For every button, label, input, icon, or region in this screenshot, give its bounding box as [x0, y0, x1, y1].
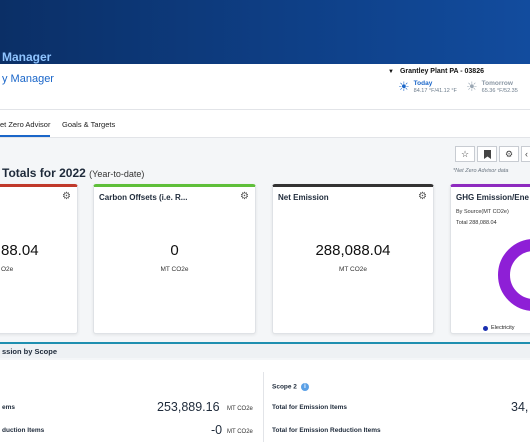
card-title: GHG Emission/Ene [456, 193, 529, 202]
card-title: Carbon Offsets (i.e. R... [99, 193, 188, 202]
tab-bar: et Zero Advisor Goals & Targets [0, 110, 530, 138]
site-selector[interactable]: ▼ Grantley Plant PA - 03826 [388, 68, 484, 75]
scope1-reduction-unit: MT CO2e [227, 429, 253, 435]
page-subtitle: y Manager [2, 73, 54, 85]
caret-down-icon: ▼ [388, 68, 394, 75]
bookmark-icon[interactable] [477, 146, 497, 162]
totals-title: Totals for 2022 (Year-to-date) [2, 166, 144, 180]
gear-icon[interactable]: ⚙ [240, 191, 249, 202]
weather-tomorrow: ☀ Tomorrow 65.36 °F/52.35 [466, 80, 518, 94]
legend-label: Electricity [491, 325, 515, 331]
weather-temp: 65.36 °F/52.35 [481, 88, 518, 94]
chart-legend: Electricity [483, 325, 515, 331]
donut-slice-electricity[interactable] [498, 239, 530, 311]
scope1-emission-unit: MT CO2e [227, 406, 253, 412]
totals-period: (Year-to-date) [89, 169, 145, 179]
gear-icon[interactable]: ⚙ [62, 191, 71, 202]
carbon-offsets-card: Carbon Offsets (i.e. R... ⚙ 0 MT CO2e [93, 184, 256, 334]
tab-goals-targets[interactable]: Goals & Targets [62, 120, 115, 129]
weather-temp: 84.17 °F/41.12 °F [413, 88, 457, 94]
scope1-emission-label: ems [2, 404, 16, 411]
divider [263, 372, 264, 442]
tab-net-zero-advisor[interactable]: et Zero Advisor [0, 120, 51, 137]
app-name: Manager [2, 50, 52, 64]
star-icon[interactable]: ☆ [455, 146, 475, 162]
card-unit: MT CO2e [338, 266, 368, 273]
weather-day: Today [413, 80, 433, 87]
scope1-reduction-value: -0 [211, 423, 223, 437]
scope2-emission-value: 34, [511, 400, 529, 414]
scope-details: ems 253,889.16 MT CO2e duction Items -0 … [0, 360, 530, 442]
card-unit: MT CO2e [160, 266, 189, 273]
gear-icon[interactable]: ⚙ [418, 191, 427, 202]
more-icon[interactable]: ‹ [521, 146, 530, 162]
legend-dot [483, 325, 488, 331]
data-note: *Net Zero Advisor data [453, 168, 509, 174]
scope-section-header: ssion by Scope [0, 342, 530, 358]
totals-heading: Totals for 2022 [2, 166, 86, 180]
scope-section-title: ssion by Scope [2, 347, 58, 356]
scope1-emission-value: 253,889.16 [157, 400, 220, 414]
net-emission-card: Net Emission ⚙ 288,088.04 MT CO2e [272, 184, 434, 334]
sub-header: y Manager ▼ Grantley Plant PA - 03826 ☀ … [0, 64, 530, 110]
card-toolbar: ☆ ⚙ ‹ [455, 146, 530, 162]
sun-icon: ☀ [466, 79, 478, 94]
scope2-emission-label: Total for Emission Items [272, 404, 348, 411]
weather-today: ☀ Today 84.17 °F/41.12 °F [398, 80, 457, 94]
chart-subtitle: By Source(MT CO2e) [456, 209, 509, 215]
scope2-heading: Scope 2i [272, 383, 309, 391]
scope2-title: Scope 2 [272, 383, 297, 391]
site-name: Grantley Plant PA - 03826 [399, 68, 484, 75]
info-icon[interactable]: i [300, 383, 309, 391]
card-value: 88.04 [1, 242, 39, 259]
scope1-reduction-label: duction Items [2, 427, 45, 434]
app-header-bar: Manager [0, 0, 530, 64]
card-value: 288,088.04 [315, 242, 391, 259]
donut-chart [498, 239, 530, 311]
gear-icon[interactable]: ⚙ [499, 146, 519, 162]
total-emission-card: ⚙ 88.04 O2e [0, 184, 78, 334]
ghg-emission-card: GHG Emission/Ene By Source(MT CO2e) Tota… [450, 184, 530, 334]
sun-icon: ☀ [398, 79, 410, 94]
card-value: 0 [170, 242, 179, 259]
card-unit: O2e [1, 266, 14, 273]
chart-total: Total 288,088.04 [456, 220, 497, 226]
weather-day: Tomorrow [481, 80, 513, 87]
scope2-reduction-label: Total for Emission Reduction Items [272, 427, 381, 434]
card-title: Net Emission [278, 193, 329, 202]
